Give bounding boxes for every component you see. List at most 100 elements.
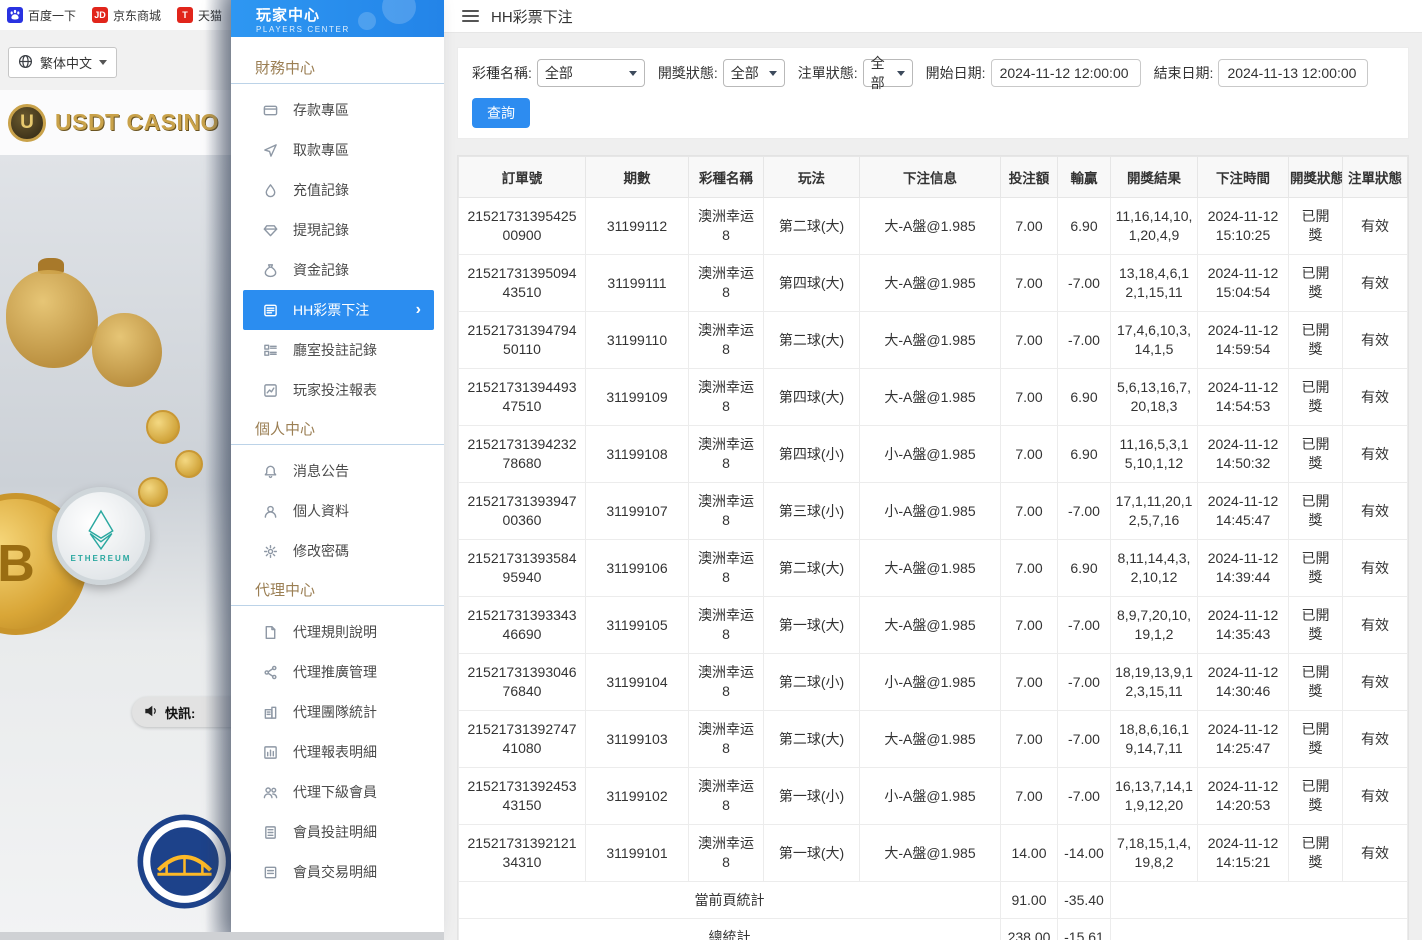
table-cell: 31199105 <box>586 597 689 654</box>
main-area: HH彩票下注 彩種名稱: 全部 開獎狀態: 全部 注單狀態: <box>444 0 1422 940</box>
hero-banner: B ETHEREUM 快訊: <box>0 155 231 940</box>
table-cell: 有效 <box>1343 597 1408 654</box>
search-button[interactable]: 查詢 <box>472 98 530 128</box>
lottery-type-select[interactable]: 全部 <box>537 59 645 87</box>
section-divider <box>231 83 444 84</box>
column-header: 訂單號 <box>459 157 586 198</box>
sidebar-item[interactable]: 存款專區 <box>231 90 444 130</box>
table-row: 215217313933434669031199105澳洲幸运8第一球(大)大-… <box>459 597 1408 654</box>
table-cell: 大-A盤@1.985 <box>860 312 1001 369</box>
tmall-icon: T <box>177 7 193 23</box>
sidebar-item[interactable]: 代理團隊統計 <box>231 692 444 732</box>
chevron-right-icon: › <box>416 301 421 319</box>
table-cell: -7.00 <box>1058 483 1111 540</box>
sidebar-item[interactable]: 代理推廣管理 <box>231 652 444 692</box>
cashout-icon <box>262 222 278 238</box>
sidebar-item[interactable]: 取款專區 <box>231 130 444 170</box>
table-cell: 2152173139542500900 <box>459 198 586 255</box>
sidebar-item[interactable]: 玩家投注報表 <box>231 370 444 410</box>
sidebar-item[interactable]: 會員投註明細 <box>231 812 444 852</box>
table-cell: 有效 <box>1343 483 1408 540</box>
language-selector[interactable]: 繁体中文 <box>8 47 117 78</box>
sidebar-item[interactable]: 消息公告 <box>231 451 444 491</box>
sidebar-item[interactable]: 廳室投註記錄 <box>231 330 444 370</box>
sidebar-item-label: 提現記錄 <box>293 220 349 240</box>
table-cell: -7.00 <box>1058 768 1111 825</box>
sidebar-subtitle: PLAYERS CENTER <box>256 25 444 34</box>
sidebar-section-header: 個人中心 <box>231 418 444 442</box>
table-cell: 已開獎 <box>1289 825 1343 882</box>
draw-status-select[interactable]: 全部 <box>723 59 785 87</box>
table-cell: 31199101 <box>586 825 689 882</box>
table-cell: 31199104 <box>586 654 689 711</box>
gear-icon <box>262 543 278 559</box>
sidebar-item[interactable]: 提現記錄 <box>231 210 444 250</box>
sidebar-item-label: HH彩票下注 <box>293 300 369 320</box>
order-status-select[interactable]: 全部 <box>863 59 913 87</box>
globe-icon <box>18 54 33 72</box>
sidebar-item[interactable]: HH彩票下注 › <box>243 290 434 330</box>
table-cell: 澳洲幸运8 <box>689 540 764 597</box>
logo-text: USDT CASINO <box>55 109 219 136</box>
table-cell: 澳洲幸运8 <box>689 711 764 768</box>
table-cell: 大-A盤@1.985 <box>860 369 1001 426</box>
sidebar-item[interactable]: 修改密碼 <box>231 531 444 571</box>
table-cell: -7.00 <box>1058 654 1111 711</box>
grand-total-win: -15.61 <box>1058 919 1111 940</box>
table-cell: 7.00 <box>1001 426 1058 483</box>
sidebar-item-label: 個人資料 <box>293 501 349 521</box>
column-header: 輸贏 <box>1058 157 1111 198</box>
table-cell: 第二球(大) <box>764 198 860 255</box>
table-cell: 有效 <box>1343 426 1408 483</box>
list-icon <box>262 824 278 840</box>
column-header: 開獎結果 <box>1111 157 1198 198</box>
table-cell: 31199108 <box>586 426 689 483</box>
language-label: 繁体中文 <box>40 53 92 72</box>
bookmark-item[interactable]: JD京东商城 <box>92 7 161 24</box>
sidebar-item[interactable]: 充值記錄 <box>231 170 444 210</box>
table-cell: 2024-11-12 14:30:46 <box>1198 654 1289 711</box>
menu-icon[interactable] <box>462 10 479 22</box>
table-cell: 7.00 <box>1001 768 1058 825</box>
baidu-icon <box>7 7 23 23</box>
table-cell: 澳洲幸运8 <box>689 255 764 312</box>
table-cell: 有效 <box>1343 255 1408 312</box>
sidebar-section-header: 財務中心 <box>231 57 444 81</box>
table-cell: 2024-11-12 14:50:32 <box>1198 426 1289 483</box>
table-cell: 已開獎 <box>1289 255 1343 312</box>
table-cell: 7.00 <box>1001 255 1058 312</box>
sidebar-item[interactable]: 會員交易明細 <box>231 852 444 892</box>
table-row: 215217313947945011031199110澳洲幸运8第二球(大)大-… <box>459 312 1408 369</box>
sidebar-item[interactable]: 資金記錄 <box>231 250 444 290</box>
start-date-label: 開始日期: <box>926 63 986 83</box>
lottery-icon <box>262 302 278 318</box>
table-cell: 有效 <box>1343 369 1408 426</box>
start-date-input[interactable] <box>991 59 1141 87</box>
table-cell: 16,13,7,14,11,9,12,20 <box>1111 768 1198 825</box>
table-cell: 已開獎 <box>1289 597 1343 654</box>
table-cell: 17,4,6,10,3,14,1,5 <box>1111 312 1198 369</box>
table-row: 215217313930467684031199104澳洲幸运8第二球(小)小-… <box>459 654 1408 711</box>
table-cell: 已開獎 <box>1289 540 1343 597</box>
table-cell: 2024-11-12 14:20:53 <box>1198 768 1289 825</box>
sidebar-item-label: 資金記錄 <box>293 260 349 280</box>
bookmark-label: 百度一下 <box>28 7 76 24</box>
table-cell: 31199112 <box>586 198 689 255</box>
sidebar-item[interactable]: 代理規則說明 <box>231 612 444 652</box>
column-header: 期數 <box>586 157 689 198</box>
sidebar-header: 玩家中心 PLAYERS CENTER <box>231 0 444 37</box>
chevron-down-icon <box>99 60 107 65</box>
sidebar-item[interactable]: 代理下級會員 <box>231 772 444 812</box>
site-header-band: 繁体中文 <box>0 30 231 90</box>
sidebar-item[interactable]: 個人資料 <box>231 491 444 531</box>
table-cell: 有效 <box>1343 768 1408 825</box>
table-cell: 14.00 <box>1001 825 1058 882</box>
sidebar-item[interactable]: 代理報表明細 <box>231 732 444 772</box>
column-header: 下注信息 <box>860 157 1001 198</box>
bookmark-item[interactable]: 百度一下 <box>7 7 76 24</box>
table-cell: 澳洲幸运8 <box>689 654 764 711</box>
ethereum-label: ETHEREUM <box>71 554 132 563</box>
end-date-input[interactable] <box>1218 59 1368 87</box>
table-cell: 2024-11-12 15:04:54 <box>1198 255 1289 312</box>
table-cell: 大-A盤@1.985 <box>860 597 1001 654</box>
